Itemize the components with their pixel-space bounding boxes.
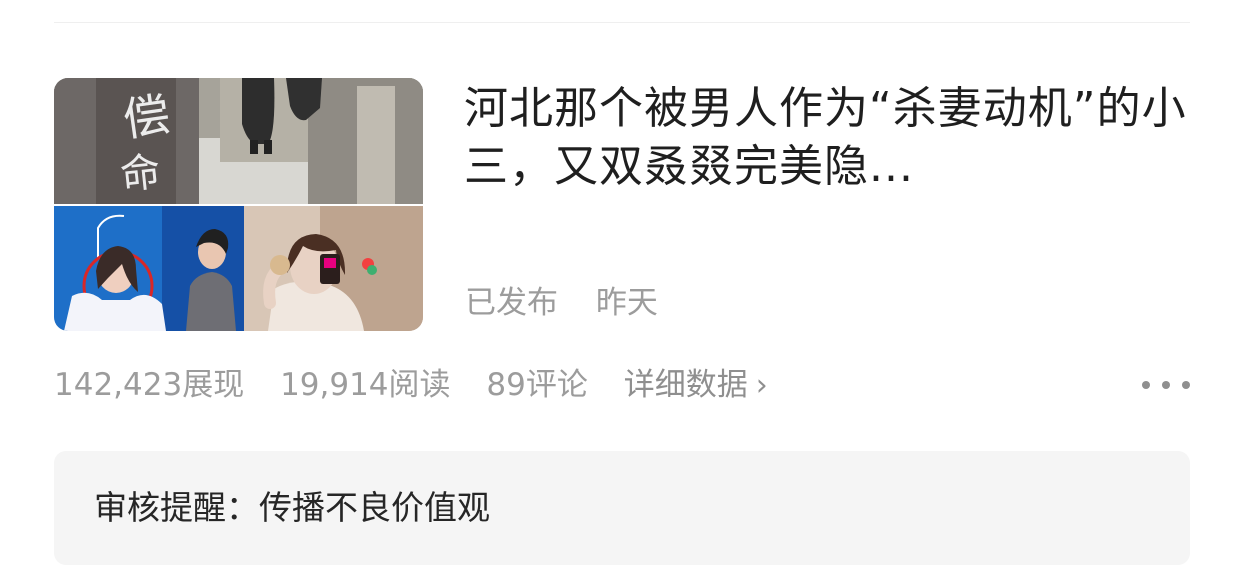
stats-row: 142,423展现 19,914阅读 89评论 详细数据 ›: [54, 362, 1190, 408]
publish-status: 已发布: [465, 285, 558, 321]
article-title[interactable]: 河北那个被男人作为“杀妻动机”的小三，又双叒叕完美隐...: [464, 80, 1190, 196]
more-horizontal-icon: [1162, 381, 1170, 389]
thumbnail-image: 偿 命: [54, 78, 423, 331]
comments-stat: 89评论: [486, 367, 588, 403]
reads-stat: 19,914阅读: [280, 367, 451, 403]
more-button[interactable]: [1142, 362, 1190, 408]
article-card[interactable]: 偿 命 河北那个被男人作为“杀妻动机”的小三，又双叒叕完美隐... 已发布 昨天: [54, 78, 1190, 338]
publish-info: 已发布 昨天: [465, 283, 686, 323]
article-thumbnail[interactable]: 偿 命: [54, 78, 423, 331]
review-notice: 审核提醒：传播不良价值观: [54, 451, 1190, 565]
top-divider: [54, 22, 1190, 23]
svg-text:命: 命: [118, 149, 163, 199]
review-notice-text: 审核提醒：传播不良价值观: [94, 488, 490, 527]
chevron-right-icon: ›: [755, 368, 768, 403]
publish-time: 昨天: [595, 285, 658, 321]
more-horizontal-icon: [1182, 381, 1190, 389]
impressions-stat: 142,423展现: [54, 367, 245, 403]
more-horizontal-icon: [1142, 381, 1150, 389]
detail-data-link[interactable]: 详细数据 ›: [624, 362, 768, 409]
detail-data-label: 详细数据: [623, 367, 748, 403]
svg-text:偿: 偿: [120, 87, 173, 147]
